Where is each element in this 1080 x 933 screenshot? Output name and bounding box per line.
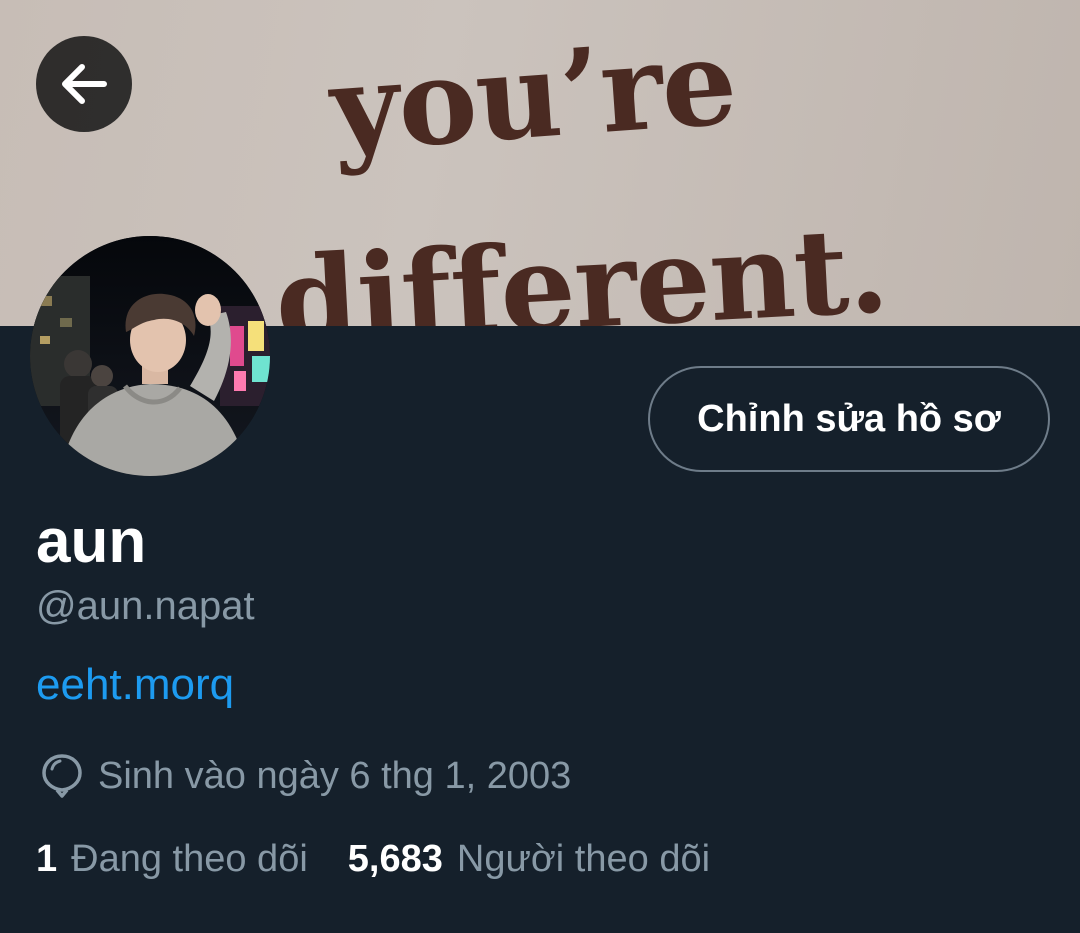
birthday-text: Sinh vào ngày 6 thg 1, 2003 [98,754,572,797]
banner-text-line2: different. [272,199,891,326]
bio-link[interactable]: eeht.morq [36,660,234,710]
following-count: 1 [36,838,58,880]
birthday-row: Sinh vào ngày 6 thg 1, 2003 [40,752,571,800]
arrow-left-icon [62,64,107,104]
user-handle: @aun.napat [36,584,255,628]
balloon-icon [42,754,82,798]
edit-profile-button[interactable]: Chỉnh sửa hồ sơ [648,366,1050,472]
followers-link[interactable]: 5,683 Người theo dõi [348,838,710,881]
followers-label: Người theo dõi [456,838,711,880]
following-link[interactable]: 1 Đang theo dõi [36,838,308,881]
banner-text-line1: you’re [326,11,741,179]
following-label: Đang theo dõi [71,838,308,880]
back-button[interactable] [36,36,132,132]
follow-stats: 1 Đang theo dõi 5,683 Người theo dõi [36,838,750,881]
followers-count: 5,683 [347,838,443,880]
display-name: aun [36,507,147,576]
avatar[interactable] [30,236,270,476]
avatar-photo [30,236,270,476]
profile-page: you’re different. Chỉnh sửa hồ sơ aun @a… [0,0,1080,933]
